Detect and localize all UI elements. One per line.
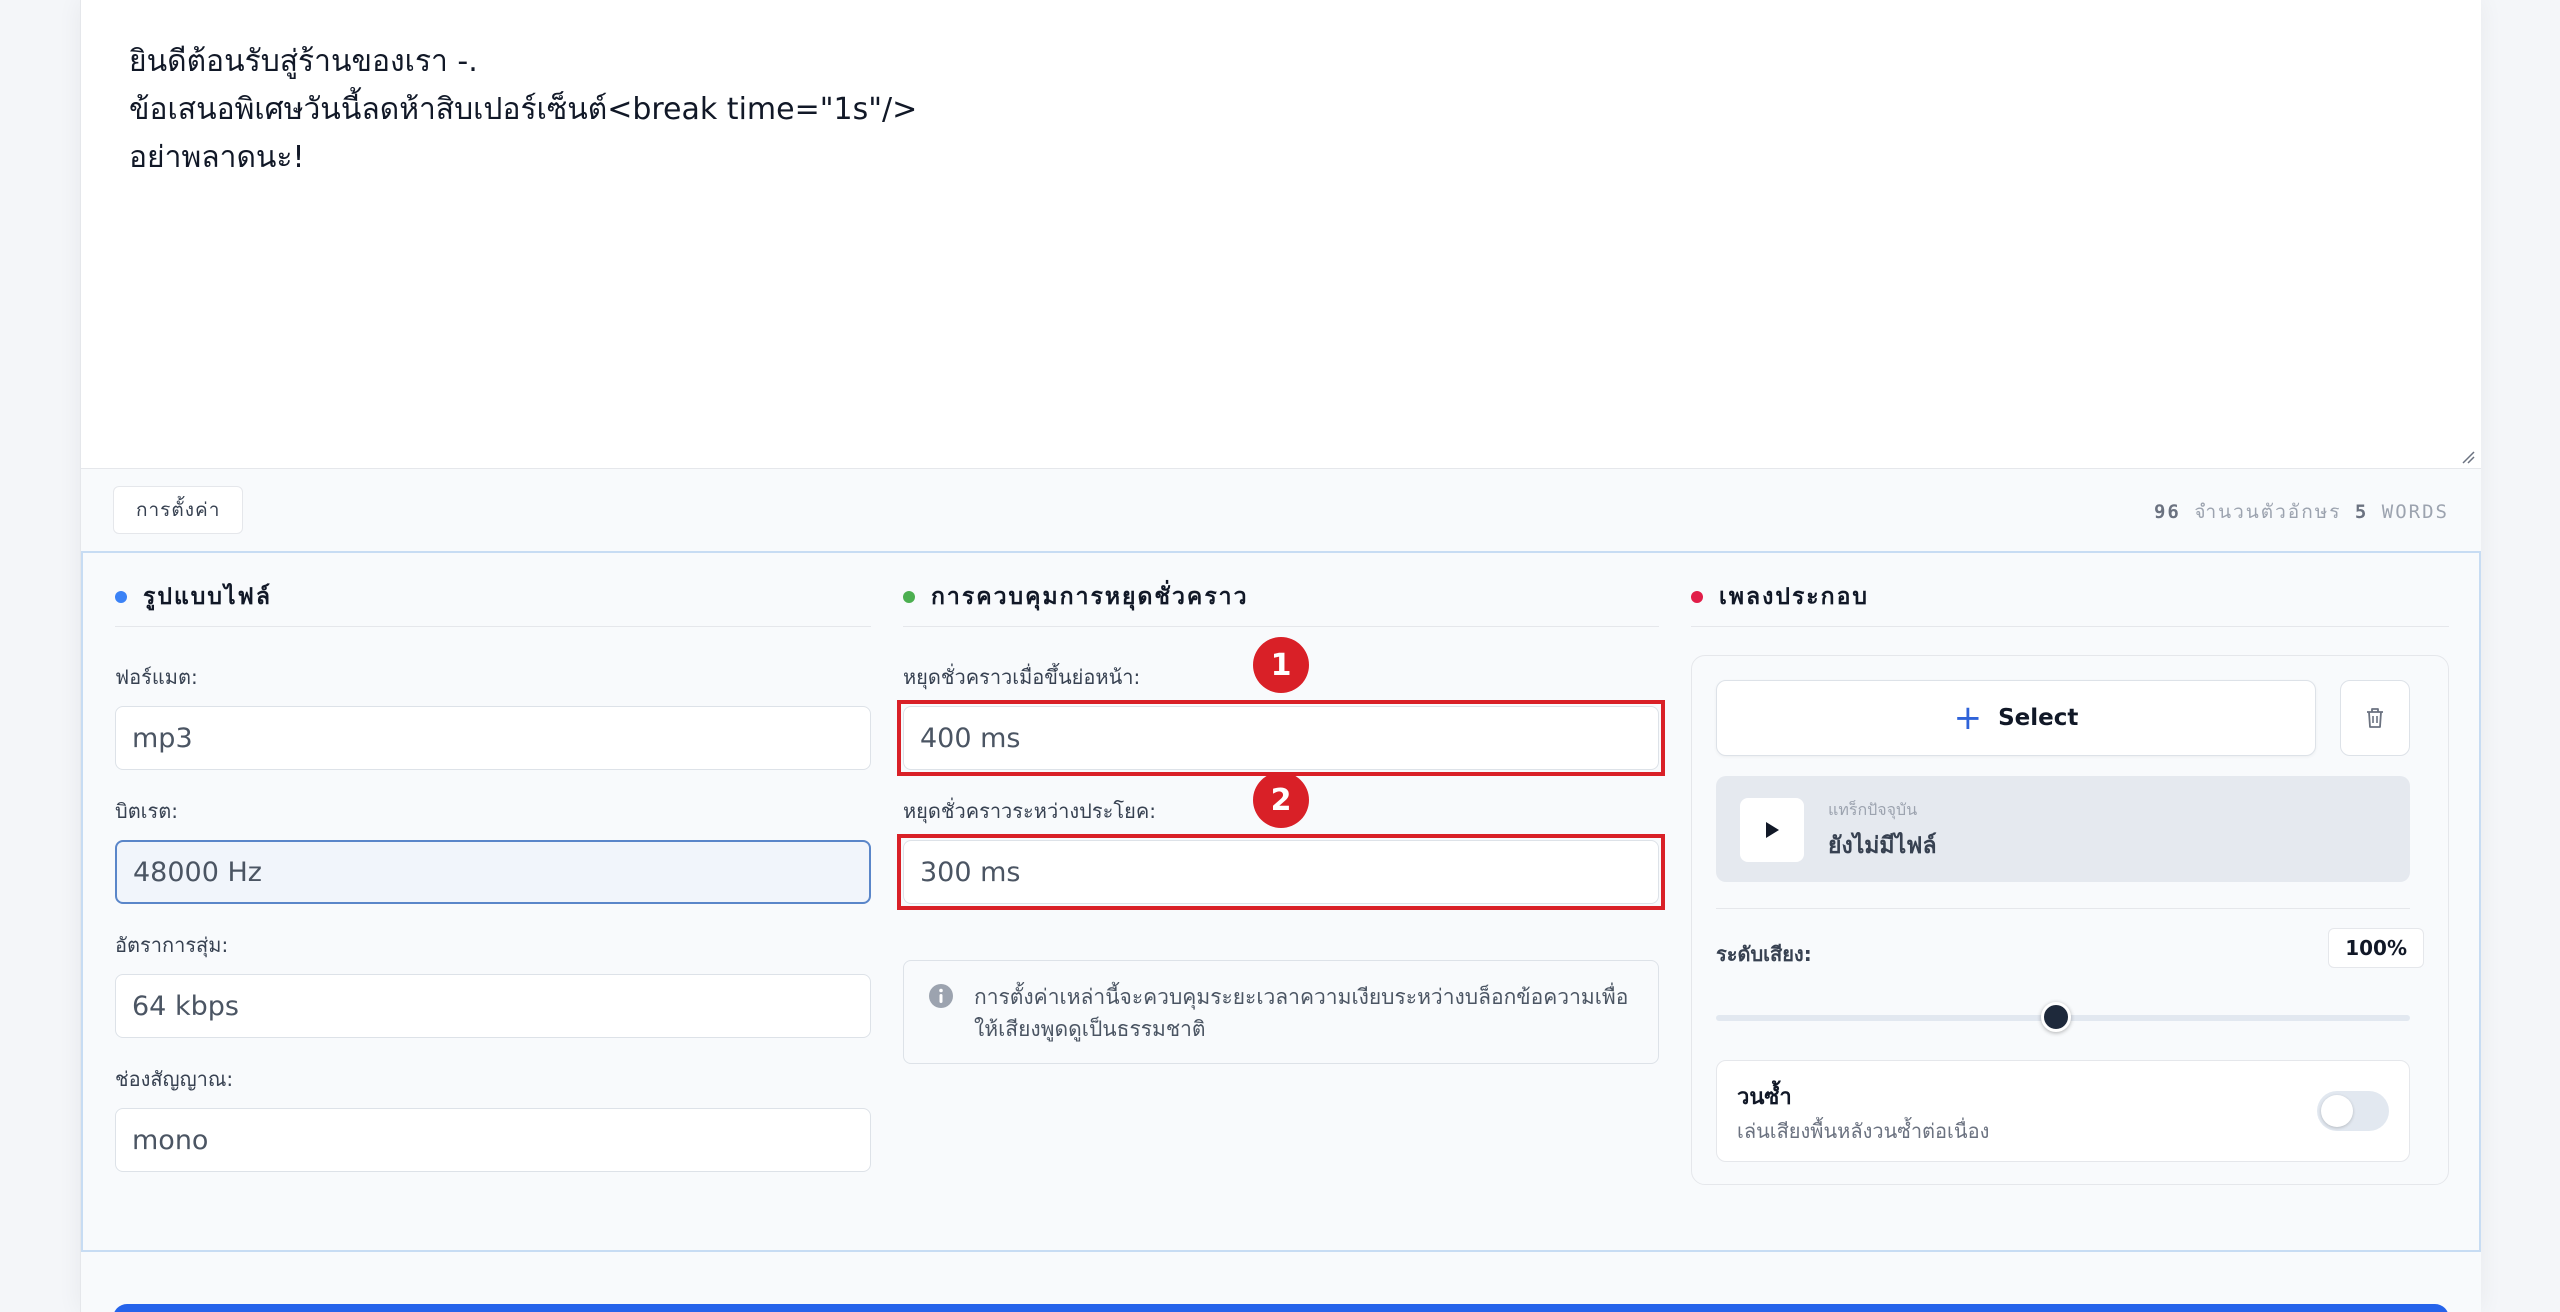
loop-toggle[interactable] bbox=[2317, 1091, 2389, 1131]
text-editor[interactable]: ยินดีต้อนรับสู่ร้านของเรา -. ข้อเสนอพิเศ… bbox=[81, 0, 2481, 468]
resize-handle-icon[interactable] bbox=[2459, 448, 2475, 464]
current-track: แทร็กปัจจุบัน ยังไม่มีไฟล์ bbox=[1716, 776, 2410, 882]
word-count-label: WORDS bbox=[2381, 501, 2449, 523]
settings-panel: รูปแบบไฟล์ ฟอร์แมต: mp3 บิตเรต: 48000 Hz… bbox=[81, 551, 2481, 1252]
section-dot-icon bbox=[115, 590, 127, 603]
loop-title: วนซ้ำ bbox=[1737, 1085, 1792, 1110]
section-title: เพลงประกอบ bbox=[1719, 583, 1869, 610]
sample-rate-field[interactable]: 64 kbps bbox=[115, 974, 871, 1038]
current-track-caption: แทร็กปัจจุบัน bbox=[1828, 800, 1918, 819]
bitrate-label: บิตเรต: bbox=[115, 799, 178, 823]
pause-control-section: การควบคุมการหยุดชั่วคราว หยุดชั่วคราวเมื… bbox=[897, 579, 1665, 1064]
section-title: รูปแบบไฟล์ bbox=[143, 583, 272, 610]
toggle-knob bbox=[2321, 1095, 2353, 1127]
divider bbox=[1716, 908, 2410, 909]
loop-subtitle: เล่นเสียงพื้นหลังวนซ้ำต่อเนื่อง bbox=[1737, 1119, 1990, 1143]
background-music-section: เพลงประกอบ + Select แทร็กปัจจุบัน ยังไม่… bbox=[1691, 579, 2449, 1185]
play-button[interactable] bbox=[1740, 798, 1804, 862]
bitrate-field[interactable]: 48000 Hz bbox=[115, 840, 871, 904]
current-track-name: ยังไม่มีไฟล์ bbox=[1828, 833, 1937, 859]
channel-field[interactable]: mono bbox=[115, 1108, 871, 1172]
background-music-header: เพลงประกอบ bbox=[1691, 579, 2449, 627]
editor-toolbar: การตั้งค่า 96 จำนวนตัวอักษร 5 WORDS bbox=[81, 468, 2481, 551]
editor-card: ยินดีต้อนรับสู่ร้านของเรา -. ข้อเสนอพิเศ… bbox=[80, 0, 2481, 1312]
settings-button[interactable]: การตั้งค่า bbox=[113, 486, 244, 534]
annotation-badge-2: 2 bbox=[1253, 772, 1309, 828]
format-field[interactable]: mp3 bbox=[115, 706, 871, 770]
pause-info-box: การตั้งค่าเหล่านี้จะควบคุมระยะเวลาความเง… bbox=[903, 960, 1659, 1064]
info-text: การตั้งค่าเหล่านี้จะควบคุมระยะเวลาความเง… bbox=[974, 985, 1629, 1041]
section-dot-icon bbox=[1691, 590, 1703, 603]
char-count: 96 bbox=[2153, 501, 2181, 523]
volume-label: ระดับเสียง: bbox=[1716, 942, 1812, 966]
sentence-pause-field[interactable]: 300 ms bbox=[903, 840, 1659, 904]
play-icon bbox=[1766, 822, 1779, 838]
select-music-button[interactable]: + Select bbox=[1716, 680, 2316, 756]
char-count-label: จำนวนตัวอักษร bbox=[2194, 501, 2342, 523]
channel-label: ช่องสัญญาณ: bbox=[115, 1067, 234, 1091]
file-format-section: รูปแบบไฟล์ ฟอร์แมต: mp3 บิตเรต: 48000 Hz… bbox=[115, 579, 871, 1172]
select-label: Select bbox=[1998, 705, 2079, 731]
info-icon bbox=[929, 984, 953, 1008]
paragraph-pause-label: หยุดชั่วคราวเมื่อขึ้นย่อหน้า: bbox=[903, 665, 1141, 689]
music-panel: + Select แทร็กปัจจุบัน ยังไม่มีไฟล์ ระดั… bbox=[1691, 655, 2449, 1185]
volume-slider-thumb[interactable] bbox=[2041, 1002, 2072, 1032]
format-label: ฟอร์แมต: bbox=[115, 665, 198, 689]
pause-control-header: การควบคุมการหยุดชั่วคราว bbox=[903, 579, 1659, 627]
character-counter: 96 จำนวนตัวอักษร 5 WORDS bbox=[2154, 497, 2449, 527]
section-dot-icon bbox=[903, 590, 915, 603]
bottom-area bbox=[81, 1252, 2481, 1312]
plus-icon: + bbox=[1953, 698, 1983, 738]
delete-music-button[interactable] bbox=[2340, 680, 2410, 756]
file-format-header: รูปแบบไฟล์ bbox=[115, 579, 871, 627]
annotation-badge-1: 1 bbox=[1253, 637, 1309, 693]
sample-rate-label: อัตราการสุ่ม: bbox=[115, 933, 229, 957]
section-title: การควบคุมการหยุดชั่วคราว bbox=[931, 583, 1249, 610]
paragraph-pause-field[interactable]: 400 ms bbox=[903, 706, 1659, 770]
trash-icon bbox=[2367, 708, 2383, 728]
generate-button[interactable] bbox=[113, 1304, 2449, 1312]
word-count: 5 bbox=[2354, 501, 2369, 523]
sentence-pause-label: หยุดชั่วคราวระหว่างประโยค: bbox=[903, 799, 1156, 823]
volume-value: 100% bbox=[2328, 928, 2424, 968]
loop-setting: วนซ้ำ เล่นเสียงพื้นหลังวนซ้ำต่อเนื่อง bbox=[1716, 1060, 2410, 1162]
